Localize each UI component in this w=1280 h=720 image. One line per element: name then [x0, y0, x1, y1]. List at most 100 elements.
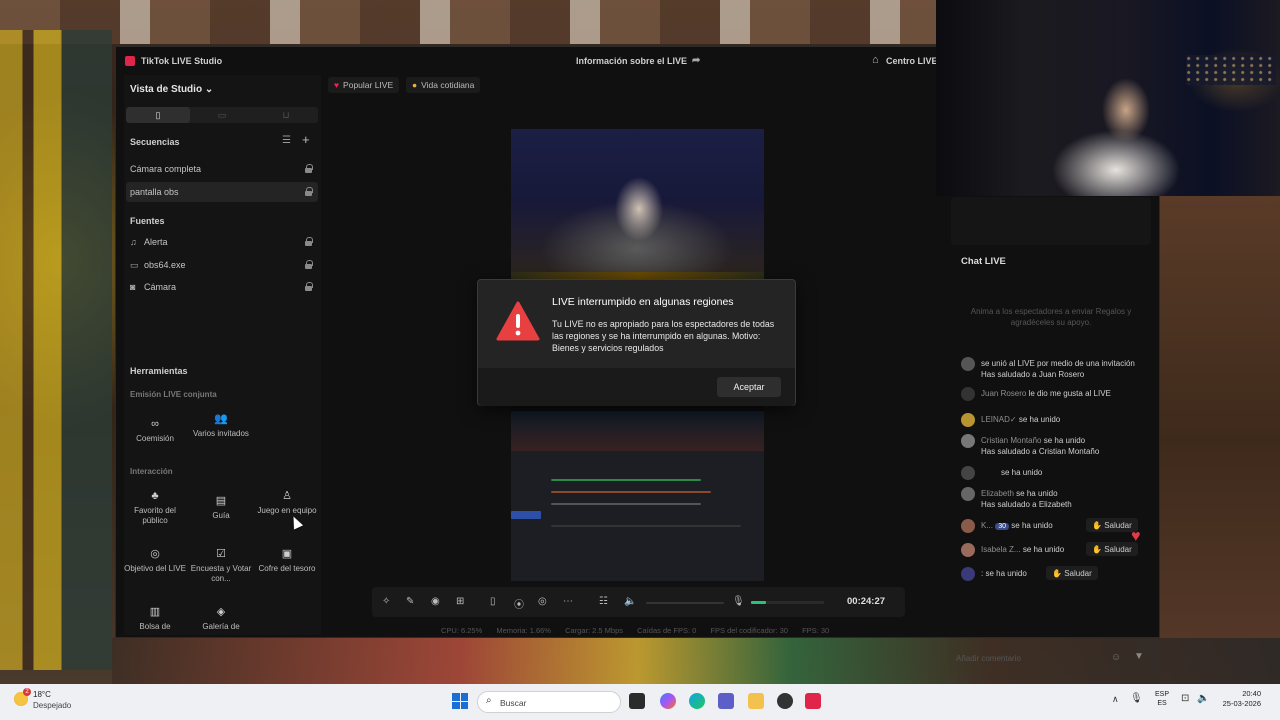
greet-button[interactable]: ✋ Saludar [1086, 542, 1138, 556]
record-icon[interactable]: ⦿ [514, 596, 524, 611]
phone-icon[interactable]: ▯ [490, 596, 496, 607]
lock-icon[interactable] [305, 237, 313, 246]
chat-username[interactable]: Isabela Z... [981, 545, 1021, 554]
live-goal-tool[interactable]: ◎ Objetivo del LIVE [124, 549, 186, 591]
avatar[interactable] [961, 413, 975, 427]
source-label: obs64.exe [144, 260, 186, 270]
copilot-icon[interactable] [660, 693, 676, 709]
more-icon[interactable]: ⋯ [563, 596, 573, 607]
tiktok-live-studio-icon[interactable] [805, 693, 821, 709]
chat-username[interactable]: Cristian Montaño [981, 436, 1041, 445]
daily-life-tag[interactable]: ● Vida cotidiana [406, 77, 481, 93]
source-label: Cámara [144, 282, 177, 292]
obs-meter [551, 503, 701, 505]
multi-guest-tool[interactable]: 👥 Varios invitados [190, 414, 252, 456]
add-scene-icon[interactable]: ⊞ [456, 596, 464, 607]
portrait-tab[interactable]: ▯ [126, 107, 190, 123]
popular-live-tag[interactable]: ♥ Popular LIVE [328, 77, 400, 93]
microphone-tray-icon[interactable]: 🎙 [1130, 693, 1143, 704]
task-view-icon[interactable] [629, 693, 645, 709]
camera-settings-icon[interactable]: ◎ [538, 596, 547, 607]
volume-tray-icon[interactable]: 🔈 [1197, 693, 1209, 704]
equalizer-icon[interactable]: ☷ [599, 596, 608, 607]
chat-username[interactable]: K... [981, 521, 993, 530]
weather-temperature[interactable]: 18°C [33, 690, 51, 699]
microphone-icon[interactable]: 🎙 [732, 596, 745, 607]
volume-icon[interactable]: 🔈 [624, 596, 636, 607]
tool-label: Galería de [202, 622, 240, 631]
search-input[interactable] [500, 696, 610, 709]
edge-icon[interactable] [689, 693, 705, 709]
bag-tool[interactable]: ▥ Bolsa de [124, 607, 186, 649]
teams-icon[interactable] [718, 693, 734, 709]
studio-view-dropdown[interactable]: Vista de Studio ⌄ [130, 84, 213, 95]
source-item[interactable]: ◙ Cámara [126, 277, 318, 297]
magic-wand-icon[interactable]: ✧ [382, 596, 390, 607]
treasure-chest-tool[interactable]: ▣ Cofre del tesoro [256, 549, 318, 591]
chevron-up-icon[interactable]: ∧ [1112, 694, 1119, 705]
avatar[interactable] [961, 434, 975, 448]
live-center-link[interactable]: Centro LIVE [886, 56, 938, 66]
tool-label: Varios invitados [193, 429, 249, 438]
avatar[interactable] [961, 487, 975, 501]
lock-icon[interactable] [305, 164, 313, 173]
tag-label: Popular LIVE [343, 80, 394, 90]
language-indicator[interactable]: ESP ES [1155, 690, 1169, 708]
tools-title: Herramientas [130, 366, 188, 376]
source-item[interactable]: ▭ obs64.exe [126, 255, 318, 275]
lock-icon[interactable] [305, 282, 313, 291]
audience-favorite-tool[interactable]: ♣ Favorito del público [124, 491, 186, 533]
interaction-title: Interacción [130, 467, 173, 476]
source-item[interactable]: ♫ Alerta [126, 232, 318, 252]
file-explorer-icon[interactable] [748, 693, 764, 709]
chat-username[interactable]: Juan Rosero [981, 389, 1026, 398]
volume-slider[interactable] [646, 602, 724, 604]
greet-button[interactable]: ✋ Saludar [1086, 518, 1138, 532]
encoder-fps-stat: FPS del codificador: 30 [710, 626, 788, 635]
chat-username[interactable]: Elizabeth [981, 489, 1014, 498]
avatar[interactable] [961, 466, 975, 480]
emoji-icon[interactable]: ☺ [1111, 652, 1121, 663]
notification-badge: 2 [23, 688, 31, 696]
edit-icon[interactable]: ✎ [406, 596, 414, 607]
guide-tool[interactable]: ▤ Guía [190, 496, 252, 538]
gallery-icon: ◈ [216, 606, 226, 618]
heart-avatar-icon[interactable] [961, 387, 975, 401]
weather-condition[interactable]: Despejado [33, 701, 71, 710]
filter-icon[interactable]: ▼ [1134, 651, 1144, 662]
network-icon[interactable]: ⊡ [1181, 693, 1189, 704]
avatar[interactable] [961, 357, 975, 371]
obs-icon[interactable] [777, 693, 793, 709]
tag-label: Vida cotidiana [421, 80, 475, 90]
live-info-link[interactable]: Información sobre el LIVE [576, 56, 687, 66]
team-game-tool[interactable]: ♙ Juego en equipo [256, 491, 318, 533]
clock[interactable]: 20:40 25-03-2026 [1219, 689, 1261, 709]
accept-button[interactable]: Aceptar [717, 377, 781, 397]
source-label: Alerta [144, 237, 168, 247]
gallery-tool[interactable]: ◈ Galería de [190, 607, 252, 649]
live-timer: 00:24:27 [847, 596, 886, 607]
greet-button[interactable]: ✋ Saludar [1046, 566, 1098, 580]
avatar[interactable] [961, 519, 975, 533]
lock-layout-tab[interactable]: ⊔ [254, 107, 318, 123]
list-icon[interactable]: ☰ [282, 135, 291, 146]
taskbar-search[interactable]: ⌕ [477, 691, 621, 713]
home-icon[interactable]: ⌂ [872, 54, 879, 66]
share-icon[interactable]: ➦ [692, 55, 700, 66]
effects-icon[interactable]: ◉ [431, 596, 440, 607]
sequence-item[interactable]: pantalla obs [126, 182, 318, 202]
avatar[interactable] [961, 567, 975, 581]
landscape-tab[interactable]: ▭ [190, 107, 254, 123]
book-icon: ▤ [215, 495, 227, 507]
chat-username[interactable]: LEINAD✓ [981, 415, 1017, 424]
clock-time: 20:40 [1242, 689, 1261, 698]
avatar[interactable] [961, 543, 975, 557]
start-button[interactable] [452, 693, 468, 709]
comment-input[interactable] [956, 649, 1136, 667]
poll-tool[interactable]: ☑ Encuesta y Votar con... [190, 549, 252, 591]
add-icon[interactable]: + [302, 132, 310, 147]
lock-icon[interactable] [305, 187, 313, 196]
sequence-item[interactable]: Cámara completa [126, 159, 318, 179]
cohost-tool[interactable]: ∞ Coemisión [124, 419, 186, 461]
lock-icon[interactable] [305, 260, 313, 269]
